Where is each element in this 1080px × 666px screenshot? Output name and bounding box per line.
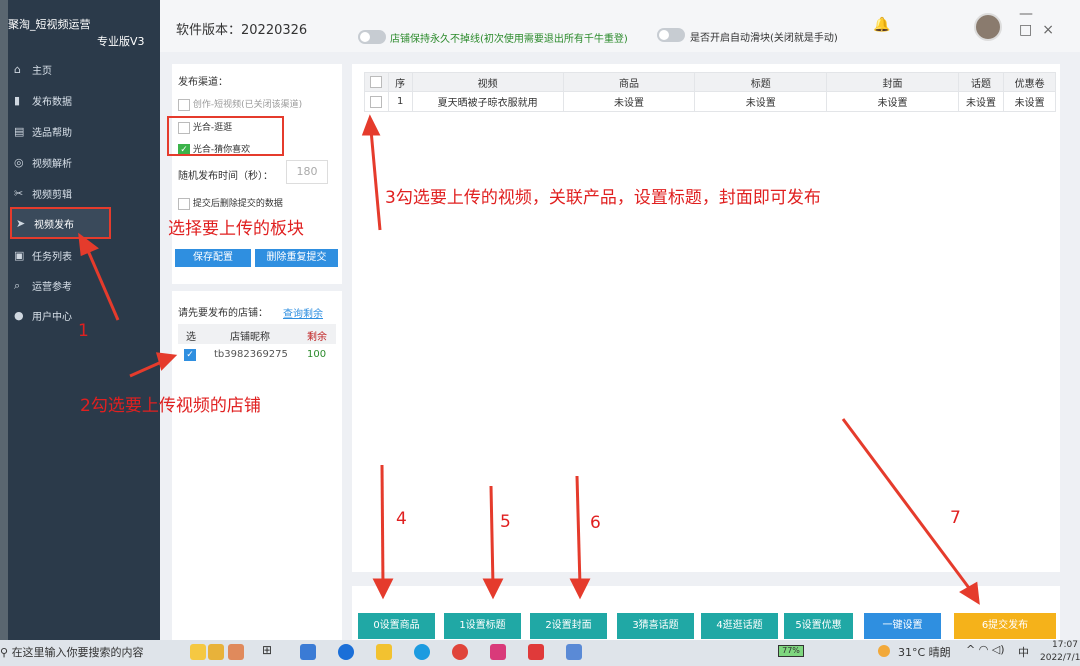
annotation-arrows [78, 114, 980, 605]
annotation-6: 6 [590, 513, 601, 533]
app-pink-icon[interactable] [490, 644, 506, 660]
arrowhead-6 [569, 578, 591, 600]
task-view-icon[interactable]: ⊞ [262, 643, 272, 657]
arrowhead-5 [482, 578, 504, 600]
arrow-6 [575, 475, 582, 587]
annotation-select-board: 选择要上传的板块 [168, 219, 304, 239]
annotation-5: 5 [500, 512, 511, 532]
link-icon[interactable] [566, 644, 582, 660]
arrow-4 [380, 464, 385, 587]
cortana-icon[interactable] [190, 644, 206, 660]
arrow-7 [841, 418, 974, 593]
arrowhead-publish [78, 232, 99, 257]
annotation-2: 2勾选要上传视频的店铺 [80, 396, 261, 416]
app-c-icon[interactable] [338, 644, 354, 660]
arrowhead-4 [372, 578, 394, 600]
taskbar-search[interactable]: ⚲ 在这里输入你要搜索的内容 [0, 644, 144, 660]
weather-text: 31°C 晴朗 [898, 646, 951, 659]
cake-icon[interactable] [228, 644, 244, 660]
arrowhead-shop [155, 352, 178, 371]
sun-icon [878, 645, 890, 657]
annotation-3: 3勾选要上传的视频，关联产品，设置标题，封面即可发布 [385, 188, 821, 208]
folder-icon[interactable] [376, 644, 392, 660]
book-icon[interactable] [208, 644, 224, 660]
edge-icon[interactable] [414, 644, 430, 660]
clock-time: 17:07 [1052, 640, 1078, 650]
pc-icon[interactable] [300, 644, 316, 660]
annotation-4: 4 [396, 509, 407, 529]
battery-icon: 77% [778, 645, 804, 657]
arrow-to-publish [84, 245, 120, 321]
arrow-5 [489, 485, 495, 587]
search-icon: ⚲ [0, 646, 9, 659]
arrow-to-video [369, 129, 382, 231]
chrome-icon[interactable] [452, 644, 468, 660]
clock-date: 2022/7/1 [1040, 653, 1080, 663]
arrowhead-7 [959, 581, 980, 605]
tray-icons[interactable]: ^ ◠ ◁) [966, 643, 1005, 656]
arrowhead-video [361, 114, 381, 136]
ime-indicator[interactable]: 中 [1018, 644, 1029, 660]
app-red-icon[interactable] [528, 644, 544, 660]
annotation-7: 7 [950, 508, 961, 528]
annotation-1: 1 [78, 321, 89, 341]
